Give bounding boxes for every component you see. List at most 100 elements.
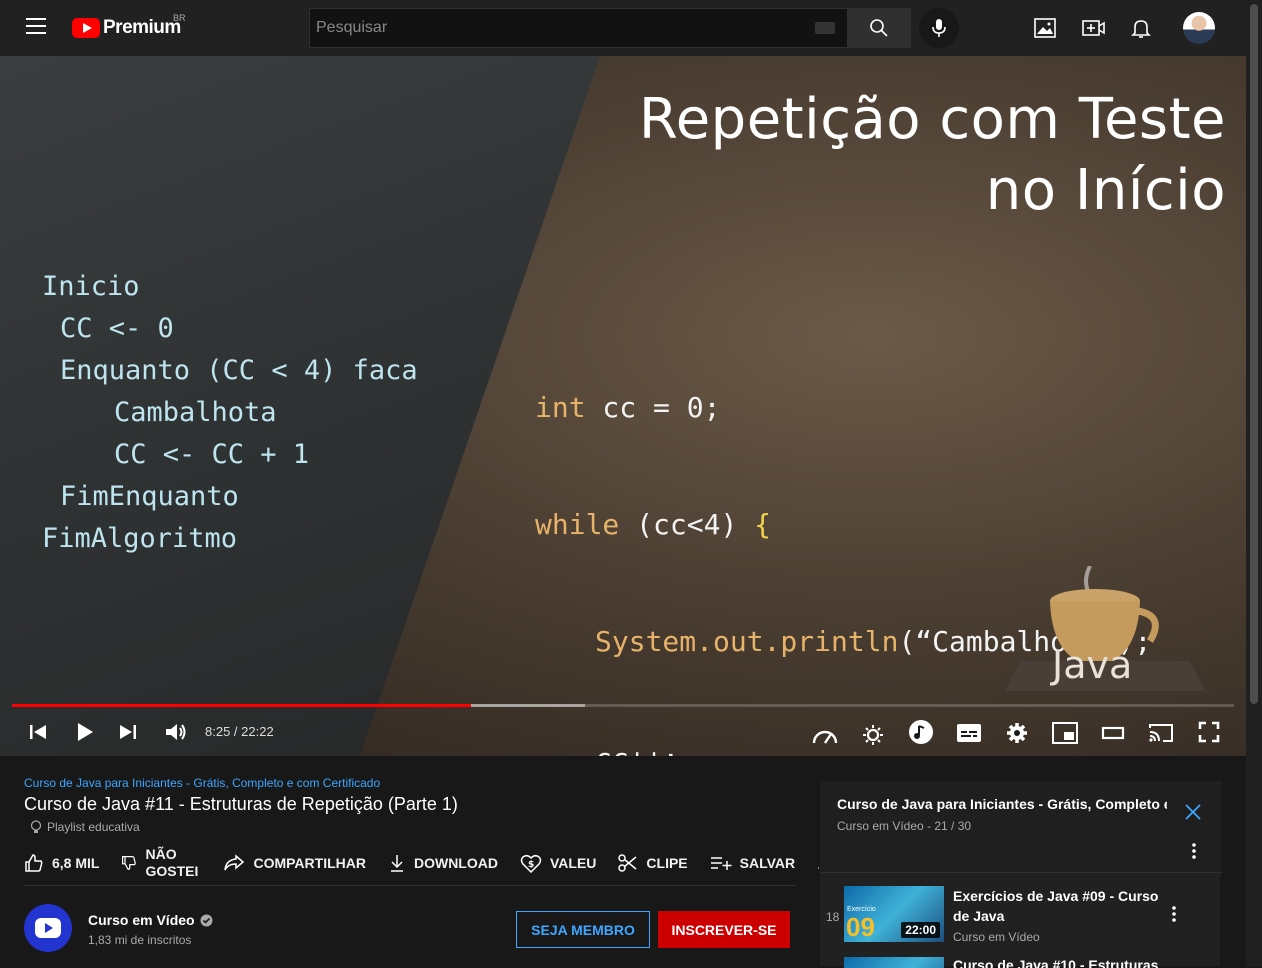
menu-icon[interactable]	[26, 18, 46, 36]
close-icon[interactable]	[1184, 803, 1202, 821]
channel-logo-icon	[35, 918, 61, 938]
fullscreen-icon[interactable]	[1198, 721, 1220, 743]
playlist-item-thumbnail[interactable]	[844, 957, 944, 968]
playlist-item[interactable]: 18 Exercício 09 22:00 Exercícios de Java…	[820, 886, 1222, 948]
search-button[interactable]	[847, 8, 911, 48]
join-member-button[interactable]: SEJA MEMBRO	[516, 911, 650, 948]
playlist-add-icon	[710, 856, 732, 870]
scissors-icon	[618, 853, 637, 872]
subscribe-button[interactable]: INSCREVER-SE	[658, 911, 790, 948]
share-label: COMPARTILHAR	[253, 854, 366, 871]
clip-label: CLIPE	[646, 854, 688, 871]
code-text: (cc<4)	[619, 508, 755, 541]
channel-name: Curso em Vídeo	[88, 912, 195, 928]
share-icon	[224, 853, 245, 870]
notifications-bell-icon[interactable]	[1129, 16, 1153, 40]
music-note-icon[interactable]	[908, 719, 934, 745]
save-button[interactable]: SALVAR	[710, 855, 795, 871]
code-brace: {	[754, 508, 772, 541]
thanks-button[interactable]: $ VALEU	[520, 853, 596, 873]
code-keyword: int	[535, 391, 586, 424]
progress-played	[12, 704, 472, 707]
play-icon[interactable]	[75, 721, 95, 743]
voice-search-button[interactable]	[919, 8, 959, 48]
search-input[interactable]	[310, 9, 847, 47]
code-text: cc = 0;	[585, 391, 721, 424]
playlist-item-index: 18	[826, 910, 840, 924]
playback-speed-icon[interactable]	[811, 723, 839, 747]
svg-text:$: $	[528, 860, 534, 870]
youtube-play-icon	[72, 18, 100, 38]
like-count: 6,8 MIL	[52, 854, 100, 871]
dislike-button[interactable]: NÃO GOSTEI	[121, 846, 201, 880]
code-keyword: while	[535, 508, 620, 541]
pseudo-line: FimAlgoritmo	[42, 523, 238, 554]
thumbs-up-icon	[25, 853, 43, 872]
next-icon[interactable]	[118, 722, 138, 742]
download-icon	[390, 854, 403, 872]
channel-name-row[interactable]: Curso em Vídeo	[88, 912, 213, 928]
settings-gear-icon[interactable]	[1006, 722, 1028, 744]
thanks-label: VALEU	[549, 854, 597, 871]
pseudo-line: Cambalhota	[114, 397, 277, 428]
create-post-icon[interactable]	[1033, 16, 1057, 40]
scrollbar-thumb[interactable]	[1250, 4, 1258, 704]
playlist-item-thumbnail[interactable]: Exercício 09 22:00	[844, 886, 944, 942]
thumbs-down-icon	[122, 855, 137, 870]
java-coffee-cup-logo: Java	[1005, 566, 1205, 691]
pseudo-line: FimEnquanto	[60, 481, 239, 512]
lightbulb-icon	[30, 820, 42, 833]
pseudo-line: CC <- 0	[60, 313, 174, 344]
playlist-item-title[interactable]: Exercícios de Java #09 - Curso de Java	[953, 886, 1163, 926]
miniplayer-icon[interactable]	[1052, 722, 1078, 744]
download-label: DOWNLOAD	[413, 854, 498, 871]
kebab-menu-icon[interactable]	[1192, 843, 1196, 859]
thumb-number: 09	[846, 912, 875, 942]
page-scrollbar[interactable]	[1246, 0, 1262, 967]
slide-title-line1: Repetição com Teste	[638, 87, 1226, 152]
playlist-item-title[interactable]: Curso de Java #10 - Estruturas	[953, 957, 1163, 968]
theater-mode-icon[interactable]	[1101, 724, 1125, 742]
volume-icon[interactable]	[164, 721, 188, 743]
create-video-icon[interactable]	[1081, 16, 1105, 40]
subscriber-count: 1,83 mi de inscritos	[88, 933, 192, 947]
slide-title-line2: no Início	[985, 158, 1226, 223]
user-avatar[interactable]	[1183, 12, 1215, 44]
masthead: Premium BR	[0, 0, 1246, 56]
cast-icon[interactable]	[1148, 722, 1174, 744]
country-code: BR	[173, 13, 186, 23]
pseudo-line: Inicio	[42, 271, 140, 302]
kebab-menu-icon[interactable]	[1172, 906, 1176, 922]
code-text: cc++;	[595, 742, 679, 756]
playlist-link[interactable]: Curso de Java para Iniciantes - Grátis, …	[24, 776, 380, 790]
ambient-mode-icon[interactable]	[862, 724, 884, 746]
pseudo-line: Enquanto (CC < 4) faca	[60, 355, 418, 386]
playlist-item[interactable]: Curso de Java #10 - Estruturas	[820, 957, 1222, 968]
playlist-subtitle: Curso em Vídeo - 21 / 30	[837, 819, 972, 833]
subtitles-icon[interactable]	[956, 723, 982, 743]
java-logo-text: Java	[1050, 643, 1132, 687]
share-button[interactable]: COMPARTILHAR	[223, 853, 366, 872]
logo-text: Premium	[103, 17, 181, 38]
action-bar: 6,8 MIL NÃO GOSTEI COMPARTILHAR DOWNLOAD…	[24, 840, 796, 886]
heart-dollar-icon: $	[520, 854, 542, 873]
previous-icon[interactable]	[28, 722, 48, 742]
time-display: 8:25 / 22:22	[205, 724, 274, 739]
verified-check-icon	[200, 914, 213, 926]
keyboard-icon[interactable]	[815, 22, 835, 34]
microphone-icon	[932, 19, 946, 37]
code-keyword: System.out.println	[595, 625, 899, 658]
like-button[interactable]: 6,8 MIL	[24, 853, 99, 873]
youtube-premium-logo[interactable]: Premium	[72, 16, 181, 40]
search-box	[309, 8, 848, 48]
playlist-panel: Curso de Java para Iniciantes - Grátis, …	[819, 780, 1222, 968]
progress-bar[interactable]	[12, 704, 1234, 707]
channel-avatar[interactable]	[24, 904, 72, 952]
playlist-title[interactable]: Curso de Java para Iniciantes - Grátis, …	[837, 796, 1167, 812]
video-title: Curso de Java #11 - Estruturas de Repeti…	[24, 794, 458, 814]
download-button[interactable]: DOWNLOAD	[388, 854, 498, 872]
save-label: SALVAR	[739, 854, 796, 871]
video-player[interactable]: Repetição com Teste no Início Inicio CC …	[0, 56, 1246, 756]
pseudo-line: CC <- CC + 1	[114, 439, 310, 470]
clip-button[interactable]: CLIPE	[618, 853, 688, 873]
